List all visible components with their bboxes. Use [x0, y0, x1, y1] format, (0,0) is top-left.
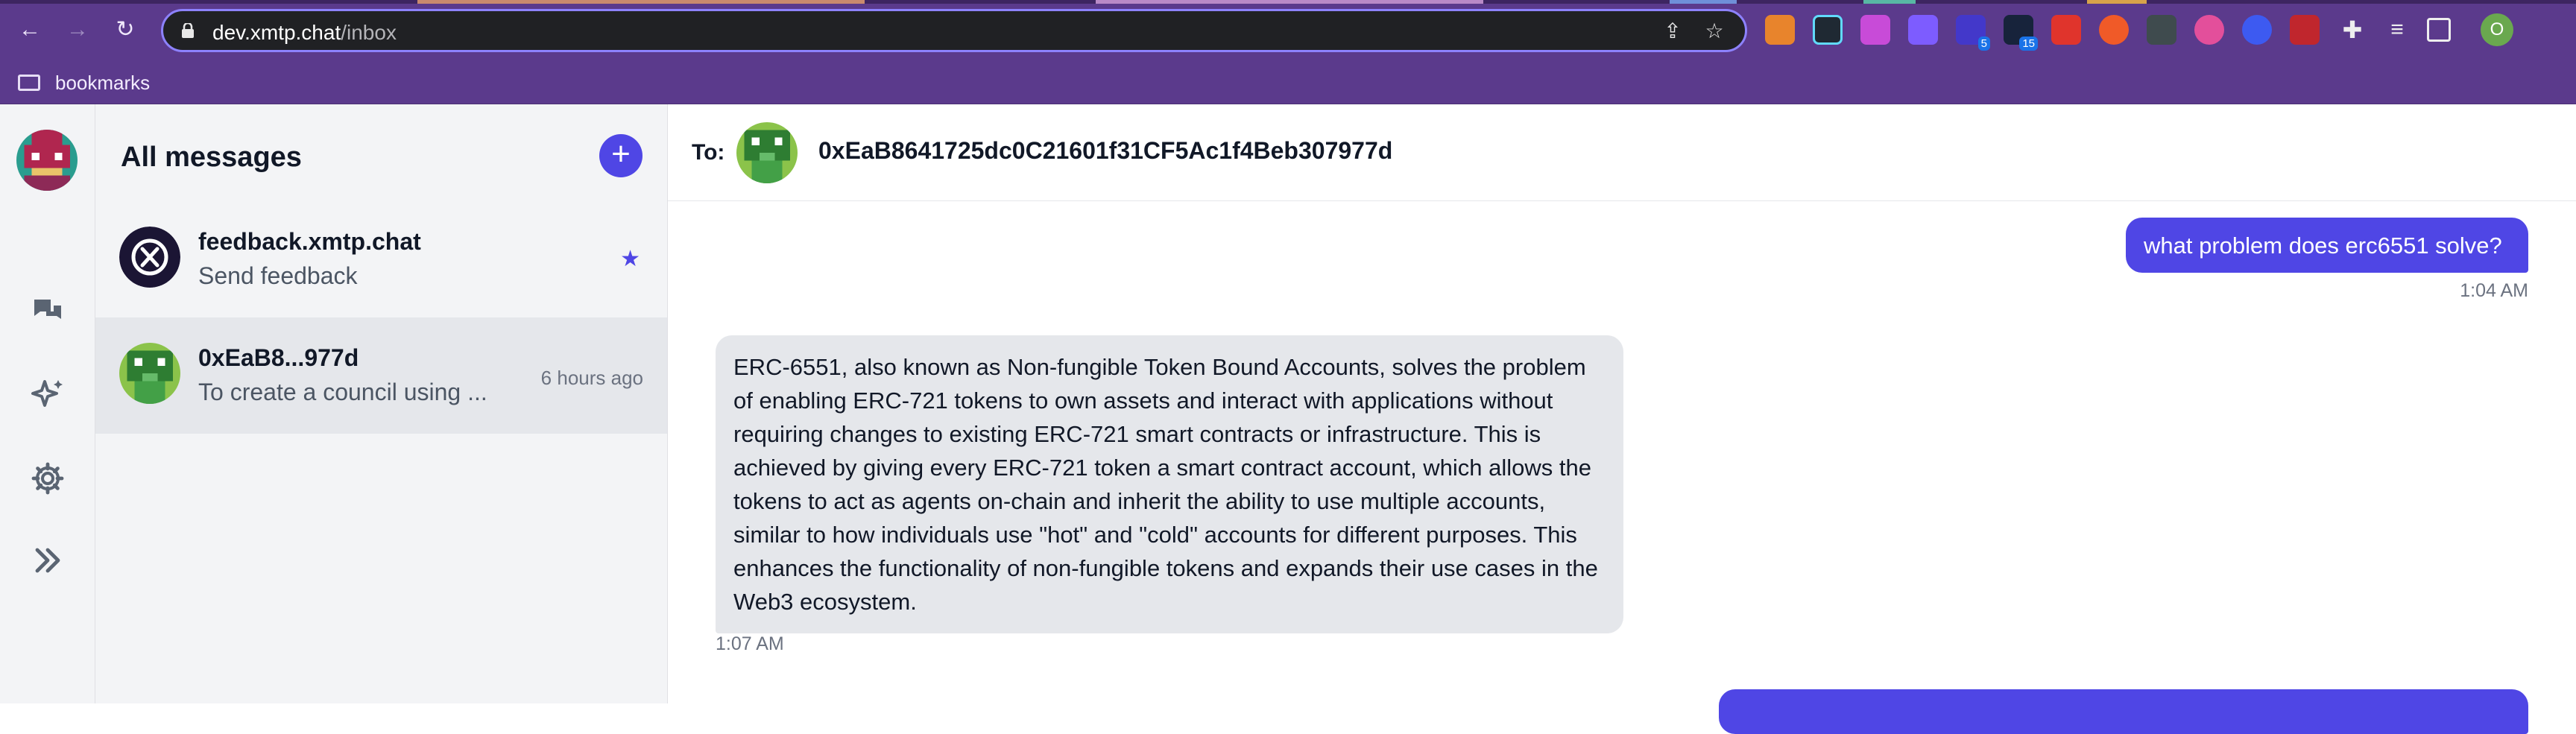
- robot-avatar: [119, 343, 180, 404]
- message-time: 1:04 AM: [2460, 280, 2528, 301]
- list-title: All messages: [121, 142, 302, 173]
- extension-icon[interactable]: [2099, 15, 2129, 45]
- bookmarks-bar: bookmarks: [0, 63, 2576, 104]
- extension-icon[interactable]: 5: [1956, 15, 1990, 51]
- tab-accent: [1670, 0, 1737, 4]
- metamask-icon[interactable]: [1765, 15, 1795, 45]
- message-time: 1:07 AM: [716, 633, 784, 654]
- extension-icon[interactable]: [2147, 15, 2176, 45]
- sparkles-icon[interactable]: [30, 377, 66, 413]
- extension-icon[interactable]: [1908, 15, 1938, 45]
- bookmarks-folder[interactable]: bookmarks: [55, 72, 150, 95]
- share-icon[interactable]: ⇪: [1661, 20, 1684, 42]
- conversation-item[interactable]: feedback.xmtp.chat Send feedback ★: [95, 201, 667, 317]
- extension-icon[interactable]: [2194, 15, 2224, 45]
- url-text: dev.xmtp.chat/inbox: [212, 21, 397, 44]
- conversation-preview: Send feedback: [198, 262, 358, 289]
- forward-icon[interactable]: →: [64, 16, 91, 43]
- message-text: what problem does erc6551 solve?: [2144, 232, 2502, 259]
- extension-icon[interactable]: [2242, 15, 2272, 45]
- xmtp-app: All messages + feedback.xmtp.chat Send f…: [0, 104, 2576, 734]
- xmtp-logo-avatar: [119, 227, 180, 288]
- lock-icon: [182, 23, 194, 38]
- profile-avatar[interactable]: O: [2481, 13, 2513, 46]
- tab-strip[interactable]: [0, 0, 2576, 4]
- puzzle-icon[interactable]: ✚: [2337, 15, 2367, 45]
- conversation-name: feedback.xmtp.chat: [198, 228, 421, 255]
- tab-accent: [2087, 0, 2147, 4]
- message-text: ERC-6551, also known as Non-fungible Tok…: [733, 354, 1598, 615]
- back-icon[interactable]: ←: [16, 16, 43, 43]
- browser-toolbar: ← → ↻ dev.xmtp.chat/inbox ⇪ ☆ 5 15 ✚ ≡ O: [0, 0, 2576, 63]
- folder-icon: [18, 75, 40, 91]
- double-chevron-right-icon[interactable]: [30, 542, 66, 578]
- reading-list-icon[interactable]: ≡: [2382, 15, 2412, 45]
- gear-icon[interactable]: [30, 461, 66, 496]
- bookmark-star-icon[interactable]: ☆: [1703, 20, 1726, 42]
- to-label: To:: [692, 140, 725, 165]
- extension-icon[interactable]: 15: [2004, 15, 2038, 51]
- conversation-name: 0xEaB8...977d: [198, 344, 359, 371]
- pdf-icon[interactable]: [2290, 15, 2320, 45]
- tab-accent: [417, 0, 865, 4]
- conversation-preview: To create a council using ...: [198, 379, 487, 405]
- outgoing-message: what problem does erc6551 solve?: [2126, 218, 2528, 273]
- address-bar[interactable]: dev.xmtp.chat/inbox ⇪ ☆: [161, 9, 1747, 52]
- incoming-message: ERC-6551, also known as Non-fungible Tok…: [716, 335, 1623, 633]
- recipient-avatar: [736, 122, 798, 183]
- conversation-time: 6 hours ago: [540, 367, 643, 389]
- recipient-address[interactable]: 0xEaB8641725dc0C21601f31CF5Ac1f4Beb30797…: [818, 137, 1392, 165]
- chat-bubbles-icon[interactable]: [30, 294, 66, 329]
- user-avatar[interactable]: [16, 130, 78, 191]
- chat-header: To: 0xEaB8641725dc0C21601f31CF5Ac1f4Beb3…: [668, 104, 2576, 201]
- reload-icon[interactable]: ↻: [112, 16, 139, 43]
- tab-accent: [1096, 0, 1483, 4]
- conversation-list: All messages + feedback.xmtp.chat Send f…: [95, 104, 668, 703]
- tab-accent: [1863, 0, 1916, 4]
- side-panel-icon[interactable]: [2427, 18, 2451, 42]
- star-icon[interactable]: ★: [620, 246, 640, 272]
- react-devtools-icon[interactable]: [1813, 15, 1843, 45]
- outgoing-message-partial: [1719, 689, 2528, 734]
- extension-icon[interactable]: [2051, 15, 2081, 45]
- conversation-item[interactable]: 0xEaB8...977d To create a council using …: [95, 317, 667, 434]
- nav-rail: [0, 104, 95, 703]
- extension-icon[interactable]: [1860, 15, 1890, 45]
- chat-pane: To: 0xEaB8641725dc0C21601f31CF5Ac1f4Beb3…: [668, 104, 2576, 734]
- new-message-button[interactable]: +: [599, 134, 643, 177]
